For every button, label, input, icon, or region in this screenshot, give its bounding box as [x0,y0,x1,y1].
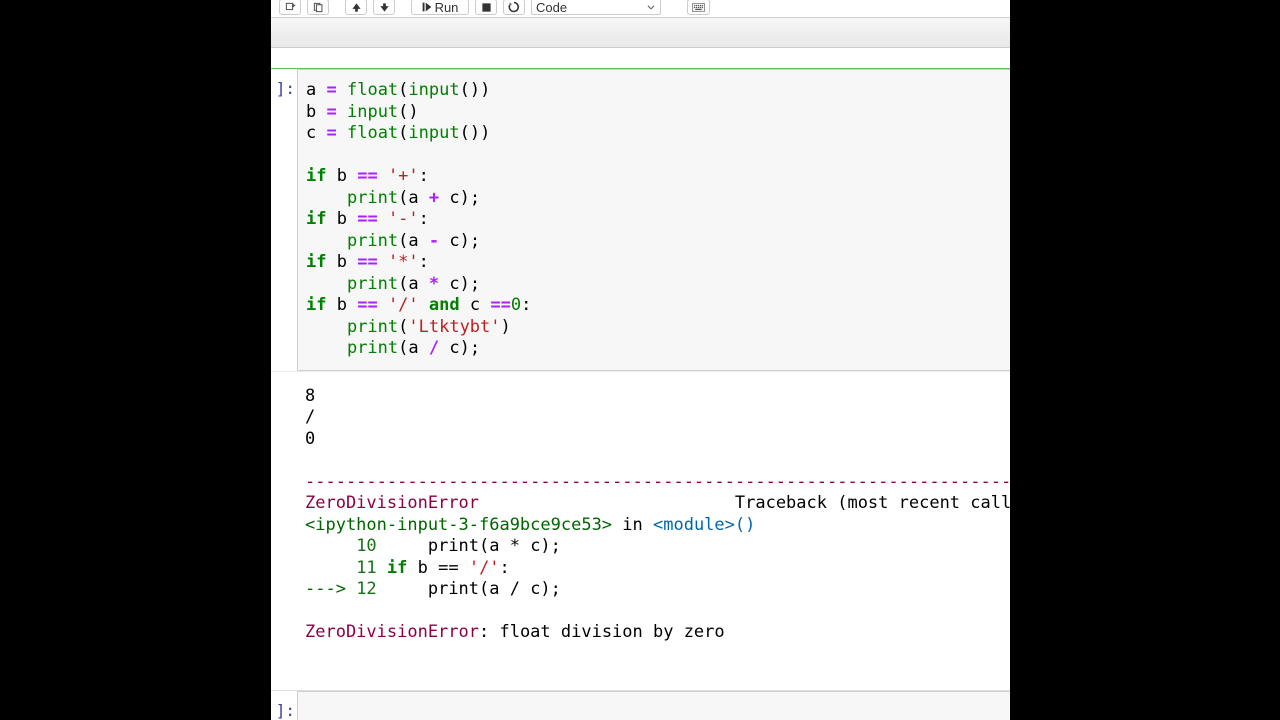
toolbar: Run Code [271,0,1010,18]
run-icon [422,2,432,12]
cell-output: 8 / 0 ----------------------------------… [271,372,1010,662]
cell-type-select[interactable]: Code [531,0,661,15]
insert-cell-button[interactable] [279,0,301,15]
stop-icon [481,2,492,13]
copy-button[interactable] [307,0,329,15]
input-prompt: ]: [271,691,297,720]
toolbar-strip [271,18,1010,48]
code-input[interactable] [297,691,1010,720]
notebook-area: ]: a = float(input()) b = input() c = fl… [271,48,1010,720]
insert-icon [285,2,296,13]
keyboard-icon [692,2,705,13]
cell-type-value: Code [536,0,567,15]
jupyter-notebook: Run Code ]: a = float(input()) b = input… [271,0,1010,720]
copy-icon [313,2,324,13]
command-palette-button[interactable] [687,0,710,15]
arrow-up-icon [351,2,362,13]
move-down-button[interactable] [373,0,395,15]
restart-icon [508,1,520,13]
interrupt-button[interactable] [475,0,497,15]
run-label: Run [435,0,459,15]
arrow-down-icon [379,2,390,13]
chevron-down-icon [646,2,656,12]
move-up-button[interactable] [345,0,367,15]
code-cell-2[interactable]: ]: [271,690,1010,720]
input-prompt: ]: [271,69,297,371]
restart-button[interactable] [503,0,525,15]
code-cell-1[interactable]: ]: a = float(input()) b = input() c = fl… [271,68,1010,372]
run-button[interactable]: Run [411,0,469,15]
code-input[interactable]: a = float(input()) b = input() c = float… [297,69,1010,371]
